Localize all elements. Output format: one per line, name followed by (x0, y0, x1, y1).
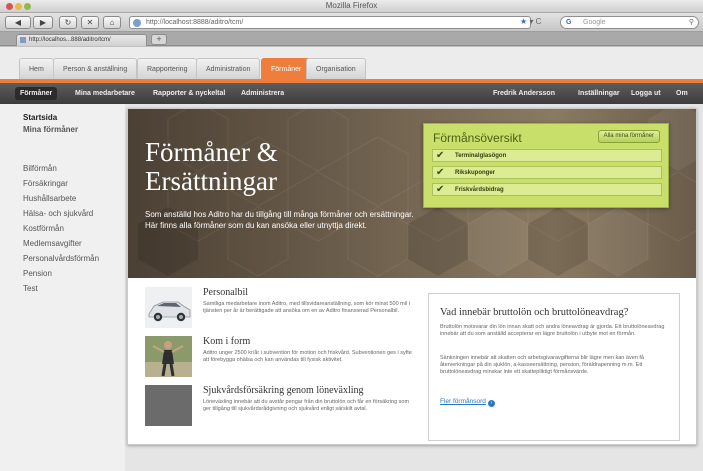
benefit-title[interactable]: Sjukvårdsförsäkring genom löneväxling (203, 385, 364, 396)
page: Hem Person & anställning Rapportering Ad… (0, 47, 703, 471)
sidebar-item-test[interactable]: Test (23, 284, 38, 293)
app-tabs: Hem Person & anställning Rapportering Ad… (0, 47, 703, 79)
url-text: http://localhost:8888/aditro/tcm/ (146, 19, 244, 26)
car-image (145, 287, 192, 328)
search-engine-icon[interactable]: G (566, 19, 578, 27)
reload-button[interactable]: ↻ (59, 16, 77, 29)
hero-title: Förmåner & Ersättningar (145, 138, 278, 196)
benefit-card[interactable]: Personalbil Samtliga medarbetare inom Ad… (145, 287, 415, 332)
back-arrow-icon: ◀ (14, 18, 22, 27)
checkmark-icon: ✔ (436, 167, 445, 178)
search-placeholder: Google (583, 19, 606, 26)
browser-tab-strip: http://localhos...888/aditro/tcm/ + (0, 32, 703, 46)
forward-button[interactable]: ▶ (33, 16, 53, 29)
info-paragraph: Bruttolön motsvarar din lön innan skatt … (440, 324, 665, 337)
bookmark-star-icon[interactable]: ★ (520, 17, 527, 26)
tab-rapportering[interactable]: Rapportering (137, 58, 198, 79)
stop-icon: ✕ (86, 18, 94, 27)
browser-tab[interactable]: http://localhos...888/aditro/tcm/ (16, 34, 147, 46)
sidebar-item-halsa-sjukvard[interactable]: Hälsa- och sjukvård (23, 209, 93, 218)
tab-formaner[interactable]: Förmåner (261, 58, 312, 79)
home-button[interactable]: ⌂ (103, 16, 121, 29)
subnav-logga-ut[interactable]: Logga ut (631, 87, 661, 100)
url-bar-icons: ★ ▾ C (520, 17, 541, 26)
sidebar-item-mina-formaner[interactable]: Mina förmåner (23, 125, 78, 134)
window-title: Mozilla Firefox (325, 1, 378, 10)
home-icon: ⌂ (109, 18, 115, 27)
benefit-title[interactable]: Kom i form (203, 336, 250, 347)
arrow-right-icon: › (487, 400, 495, 407)
link-label: Fler förmånsord (440, 398, 486, 405)
benefit-card[interactable]: Kom i form Aditro unger 2500 kr/år i sub… (145, 336, 415, 381)
hero-title-line2: Ersättningar (145, 166, 277, 196)
benefit-description: Löneväxling innebär att du avstår pengar… (203, 399, 410, 412)
overview-item[interactable]: ✔ Rikskuponger (432, 166, 662, 179)
new-tab-button[interactable]: + (151, 34, 167, 45)
hero-banner: Förmåner & Ersättningar Som anställd hos… (128, 109, 696, 278)
subnav-installningar[interactable]: Inställningar (578, 87, 620, 100)
sidebar-item-medlemsavgifter[interactable]: Medlemsavgifter (23, 239, 82, 248)
checkmark-icon: ✔ (436, 184, 445, 195)
hero-title-line1: Förmåner & (145, 137, 278, 167)
site-identity-icon (133, 19, 141, 27)
info-paragraph: Sänkningen innebär att skatten och arbet… (440, 355, 644, 375)
reload-icon[interactable]: C (536, 17, 542, 26)
subnav-rapporter-nyckeltal[interactable]: Rapporter & nyckeltal (153, 87, 225, 100)
sidebar-item-forsakringar[interactable]: Försäkringar (23, 179, 68, 188)
checkmark-icon: ✔ (436, 150, 445, 161)
overview-title: Förmånsöversikt (433, 131, 522, 145)
info-title: Vad innebär bruttolön och bruttolöneavdr… (440, 307, 629, 318)
subnav-mina-medarbetare[interactable]: Mina medarbetare (75, 87, 135, 100)
healthcare-image (145, 385, 192, 426)
overview-item-label: Friskvårdsbidrag (455, 187, 504, 193)
favicon-icon (20, 37, 26, 43)
info-box: Vad innebär bruttolön och bruttolöneavdr… (428, 293, 680, 441)
overview-item-label: Rikskuponger (455, 170, 496, 176)
sidebar-item-pension[interactable]: Pension (23, 269, 52, 278)
subnav-formaner[interactable]: Förmåner (15, 87, 58, 100)
sidebar-item-personalvardsforman[interactable]: Personalvårdsförmån (23, 254, 99, 263)
dropdown-icon[interactable]: ▾ (529, 17, 533, 26)
overview-item[interactable]: ✔ Terminalglasögon (432, 149, 662, 162)
benefit-description: Samtliga medarbetare inom Aditro, med ti… (203, 301, 410, 314)
benefit-description: Aditro unger 2500 kr/år i subvention för… (203, 350, 412, 363)
url-bar[interactable]: http://localhost:8888/aditro/tcm/ (129, 16, 531, 29)
overview-item[interactable]: ✔ Friskvårdsbidrag (432, 183, 662, 196)
back-button[interactable]: ◀ (5, 16, 31, 29)
stop-button[interactable]: ✕ (81, 16, 99, 29)
tab-administration[interactable]: Administration (196, 58, 261, 79)
sidebar-item-hushallsarbete[interactable]: Hushållsarbete (23, 194, 76, 203)
tab-hem[interactable]: Hem (19, 58, 54, 79)
more-benefit-terms-link[interactable]: Fler förmånsord › (440, 398, 495, 407)
reload-icon: ↻ (64, 18, 72, 27)
sidebar-item-kostforman[interactable]: Kostförmån (23, 224, 64, 233)
sub-navigation: Förmåner Mina medarbetare Rapporter & ny… (0, 83, 703, 104)
main-content: Förmåner & Ersättningar Som anställd hos… (127, 108, 697, 445)
benefit-card[interactable]: Sjukvårdsförsäkring genom löneväxling Lö… (145, 385, 415, 430)
browser-tab-label: http://localhos...888/aditro/tcm/ (29, 37, 111, 43)
tab-person-anstallning[interactable]: Person & anställning (53, 58, 138, 79)
all-my-benefits-button[interactable]: Alla mina förmåner (597, 130, 660, 143)
benefits-overview-panel: Förmånsöversikt Alla mina förmåner ✔ Ter… (423, 123, 669, 208)
search-icon[interactable]: ⚲ (689, 17, 694, 28)
sidebar-item-startsida[interactable]: Startsida (23, 113, 57, 122)
sidebar-item-bilforman[interactable]: Bilförmån (23, 164, 57, 173)
browser-toolbar: ◀ ▶ ↻ ✕ ⌂ http://localhost:8888/aditro/t… (0, 13, 703, 32)
benefit-title[interactable]: Personalbil (203, 287, 248, 298)
forward-arrow-icon: ▶ (39, 18, 47, 27)
window-titlebar: Mozilla Firefox (0, 0, 703, 13)
hero-description: Som anställd hos Aditro har du tillgång … (145, 210, 414, 230)
tab-organisation[interactable]: Organisation (306, 58, 366, 79)
subnav-user-name[interactable]: Fredrik Andersson (493, 87, 555, 100)
subnav-administrera[interactable]: Administrera (241, 87, 284, 100)
search-bar[interactable]: G Google ⚲ (560, 16, 699, 29)
fitness-image (145, 336, 192, 377)
overview-item-label: Terminalglasögon (455, 153, 507, 159)
sidebar: Startsida Mina förmåner Bilförmån Försäk… (0, 104, 125, 471)
subnav-om[interactable]: Om (676, 87, 688, 100)
